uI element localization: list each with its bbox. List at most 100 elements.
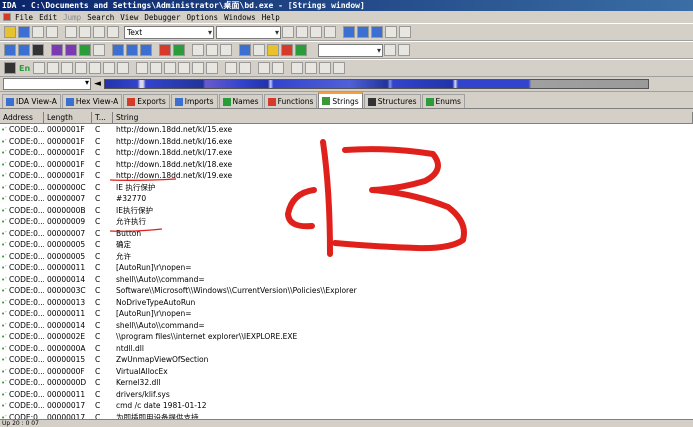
table-row[interactable]: •′ CODE:0... 0000000C C IE 执行保护 — [0, 182, 693, 194]
navigation-arrow-icon[interactable]: ◄ — [94, 79, 101, 89]
search-icon[interactable] — [65, 26, 77, 38]
struct-icon[interactable] — [112, 44, 124, 56]
back-icon[interactable] — [32, 26, 44, 38]
window-1-icon[interactable] — [343, 26, 355, 38]
tab-hex-view-a[interactable]: Hex View-A — [61, 94, 123, 108]
tab-enums[interactable]: Enums — [421, 94, 465, 108]
table-row[interactable]: •′ CODE:0... 0000000D C Kernel32.dll — [0, 377, 693, 389]
names-tool-icon[interactable] — [51, 44, 63, 56]
calls-icon[interactable] — [305, 62, 318, 74]
table-row[interactable]: •′ CODE:0... 0000000B C IE执行保护 — [0, 205, 693, 217]
stop-icon[interactable] — [281, 44, 293, 56]
forward-icon[interactable] — [46, 26, 58, 38]
table-row[interactable]: •′ CODE:0... 00000005 C 允许 — [0, 251, 693, 263]
display-icon[interactable] — [239, 44, 251, 56]
menu-view[interactable]: View — [117, 13, 141, 22]
xrefs-icon[interactable] — [65, 44, 77, 56]
menu-jump[interactable]: Jump — [60, 13, 84, 22]
array-icon[interactable] — [75, 62, 88, 74]
mode-select[interactable]: Text — [124, 25, 214, 39]
close-icon[interactable] — [324, 26, 336, 38]
table-row[interactable]: •′ CODE:0... 00000007 C #32770 — [0, 193, 693, 205]
table-row[interactable]: •′ CODE:0... 00000011 Cdrivers/klif.sys — [0, 389, 693, 401]
table-row[interactable]: •′ CODE:0... 0000003C C Software\\Microsoft… — [0, 285, 693, 297]
menu-search[interactable]: Search — [84, 13, 117, 22]
s-icon[interactable] — [150, 62, 163, 74]
tab-exports[interactable]: Exports — [123, 94, 170, 108]
n2-icon[interactable] — [103, 62, 116, 74]
minus-icon[interactable] — [296, 26, 308, 38]
table-row[interactable]: •′ CODE:0... 0000002E C \\program files\\in… — [0, 331, 693, 343]
table-row[interactable]: •′ CODE:0... 0000000A Cntdll.dll — [0, 343, 693, 355]
table-row[interactable]: •′ CODE:0... 00000014 Cshell\\Auto\\comman… — [0, 320, 693, 332]
detach-icon[interactable] — [398, 44, 410, 56]
k2-icon[interactable] — [178, 62, 191, 74]
xref-graph-icon[interactable] — [319, 62, 332, 74]
h-icon[interactable] — [192, 62, 205, 74]
equals-icon[interactable] — [89, 62, 102, 74]
table-row[interactable]: •′ CODE:0... 00000009 C 允许执行 — [0, 216, 693, 228]
table-row[interactable]: •′ CODE:0... 00000013 C NoDriveTypeAutoRun — [0, 297, 693, 309]
table-row[interactable]: •′ CODE:0... 0000001F Chttp://down.18dd.ne… — [0, 124, 693, 136]
data-icon[interactable] — [33, 62, 46, 74]
table-row[interactable]: •′ CODE:0... 00000017 Ccmd /c date 1981-01… — [0, 400, 693, 412]
chart-icon[interactable] — [258, 62, 271, 74]
comment-icon[interactable] — [225, 62, 238, 74]
table-row[interactable]: •′ CODE:0... 00000007 C Button — [0, 228, 693, 240]
menu-windows[interactable]: Windows — [221, 13, 259, 22]
tab-functions[interactable]: Functions — [263, 94, 318, 108]
x-icon[interactable] — [117, 62, 130, 74]
edit-icon[interactable] — [282, 26, 294, 38]
en-button[interactable]: En — [19, 64, 30, 73]
t-icon[interactable] — [173, 44, 185, 56]
navigation-combo[interactable] — [3, 78, 91, 90]
tilde-icon[interactable] — [206, 62, 219, 74]
column-type[interactable]: T... — [92, 112, 113, 123]
offset-icon[interactable] — [136, 62, 149, 74]
navigation-band[interactable] — [103, 79, 649, 89]
menu-file[interactable]: File — [12, 13, 36, 22]
list-icon[interactable] — [399, 26, 411, 38]
diamond-icon[interactable] — [32, 44, 44, 56]
run-icon[interactable] — [295, 44, 307, 56]
table-row[interactable]: •′ CODE:0... 00000014 Cshell\\Auto\\comman… — [0, 274, 693, 286]
column-length[interactable]: Length — [44, 112, 92, 123]
tab-strings[interactable]: Strings — [318, 92, 363, 108]
gear-icon[interactable] — [267, 44, 279, 56]
segment-icon[interactable] — [140, 44, 152, 56]
tab-ida-view-a[interactable]: IDA View-A — [2, 94, 61, 108]
flow-icon[interactable] — [291, 62, 304, 74]
menu-debugger[interactable]: Debugger — [141, 13, 183, 22]
user-graph-icon[interactable] — [333, 62, 346, 74]
menu-help[interactable]: Help — [259, 13, 283, 22]
menu-edit[interactable]: Edit — [36, 13, 60, 22]
hex-icon[interactable] — [4, 44, 16, 56]
n-icon[interactable] — [79, 44, 91, 56]
tab-structures[interactable]: Structures — [363, 94, 421, 108]
column-string[interactable]: String — [113, 112, 693, 123]
person-icon[interactable] — [4, 62, 16, 74]
undefine-icon[interactable] — [61, 62, 74, 74]
open-icon[interactable] — [4, 26, 16, 38]
table-row[interactable]: •′ CODE:0... 0000001F Chttp://down.18dd.ne… — [0, 147, 693, 159]
enum-icon[interactable] — [126, 44, 138, 56]
window-3-icon[interactable] — [371, 26, 383, 38]
table-row[interactable]: •′ CODE:0... 0000000F C VirtualAllocEx — [0, 366, 693, 378]
table-row[interactable]: •′ CODE:0... 00000011 C [AutoRun]\r\nopen= — [0, 262, 693, 274]
tab-names[interactable]: Names — [218, 94, 263, 108]
f-icon[interactable] — [192, 44, 204, 56]
sort-icon[interactable] — [107, 26, 119, 38]
menu-options[interactable]: Options — [183, 13, 221, 22]
search-next-icon[interactable] — [79, 26, 91, 38]
binoculars-icon[interactable] — [93, 26, 105, 38]
table-row[interactable]: •′ CODE:0... 0000001F Chttp://down.18dd.ne… — [0, 136, 693, 148]
m-icon[interactable] — [164, 62, 177, 74]
data2-icon[interactable] — [47, 62, 60, 74]
k-icon[interactable] — [220, 44, 232, 56]
debugger-select[interactable] — [318, 43, 383, 57]
graph2-icon[interactable] — [272, 62, 285, 74]
table-row[interactable]: •′ CODE:0... 0000001F Chttp://down.18dd.ne… — [0, 170, 693, 182]
attach-icon[interactable] — [384, 44, 396, 56]
column-address[interactable]: Address — [0, 112, 44, 123]
tab-imports[interactable]: Imports — [170, 94, 218, 108]
